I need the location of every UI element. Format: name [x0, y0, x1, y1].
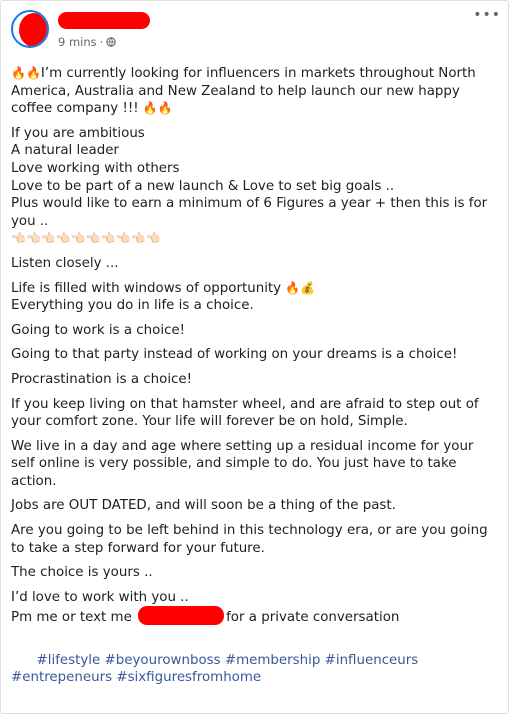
hashtag-influenceurs[interactable]: #influenceurs [325, 653, 419, 668]
residual-paragraph: We live in a day and age where setting u… [11, 438, 478, 489]
post-time[interactable]: 9 mins [58, 35, 97, 49]
fire-emoji-icon: 🔥🔥 [11, 66, 41, 80]
avatar-redaction [19, 13, 47, 46]
author-name-redacted[interactable] [58, 12, 150, 29]
hashtag-beyourownboss[interactable]: #beyourownboss [105, 653, 221, 668]
contact-paragraph: I’d love to work with you .. Pm me or tex… [11, 589, 501, 627]
post-header: 9 mins · ••• [11, 8, 501, 50]
avatar[interactable] [11, 10, 49, 48]
intro-paragraph: 🔥🔥I’m currently looking for influencers … [11, 65, 501, 118]
fire-emoji-icon: 🔥 [285, 280, 301, 295]
hashtag-entrepeneurs[interactable]: #entrepeneurs [11, 670, 112, 685]
listen-paragraph: Listen closely ... [11, 255, 119, 271]
intro-text: I’m currently looking for influencers in… [11, 66, 481, 117]
pm-text: Pm me or text me [11, 610, 137, 626]
hashtag-lifestyle[interactable]: #lifestyle [37, 653, 101, 668]
fire-emoji-icon: 🔥🔥 [142, 101, 173, 116]
hashtag-membership[interactable]: #membership [225, 653, 320, 668]
money-bag-emoji-icon: 💰 [300, 280, 316, 295]
post-body: 🔥🔥I’m currently looking for influencers … [11, 65, 501, 711]
pm-after-text: for a private conversation [226, 610, 400, 626]
procrastination-paragraph: Procrastination is a choice! [11, 371, 193, 387]
life-paragraph: Life is filled with windows of opportuni… [11, 280, 501, 315]
pointing-hand-emoji-icon: 👈🏻👈🏻👈🏻👈🏻👈🏻👈🏻👈🏻👈🏻👈🏻👈🏻 [11, 231, 161, 246]
life-text: Life is filled with windows of opportuni… [11, 280, 286, 296]
meta-separator: · [99, 35, 104, 49]
public-globe-icon [106, 37, 117, 47]
hashtag-sixfiguresfromhome[interactable]: #sixfiguresfromhome [116, 670, 261, 685]
qualities-paragraph: If you are ambitious A natural leader Lo… [11, 125, 501, 248]
jobs-paragraph: Jobs are OUT DATED, and will soon be a t… [11, 498, 396, 514]
hashtags: #lifestyle #beyourownboss #membership #i… [11, 634, 501, 704]
hamster-paragraph: If you keep living on that hamster wheel… [11, 396, 483, 430]
technology-paragraph: Are you going to be left behind in this … [11, 523, 492, 556]
qualities-text: If you are ambitious A natural leader Lo… [11, 125, 488, 229]
love-work-text: I’d love to work with you .. [11, 589, 189, 605]
choice-text: Everything you do in life is a choice. [11, 298, 254, 314]
redacted-contact [138, 606, 225, 626]
choice-paragraph: The choice is yours .. [11, 565, 153, 581]
work-paragraph: Going to work is a choice! [11, 322, 186, 338]
post-meta: 9 mins · [58, 35, 117, 49]
party-paragraph: Going to that party instead of working o… [11, 347, 458, 363]
more-options-icon[interactable]: ••• [473, 8, 501, 22]
post-card: 9 mins · ••• 🔥🔥I’m currently looking for… [0, 0, 509, 714]
